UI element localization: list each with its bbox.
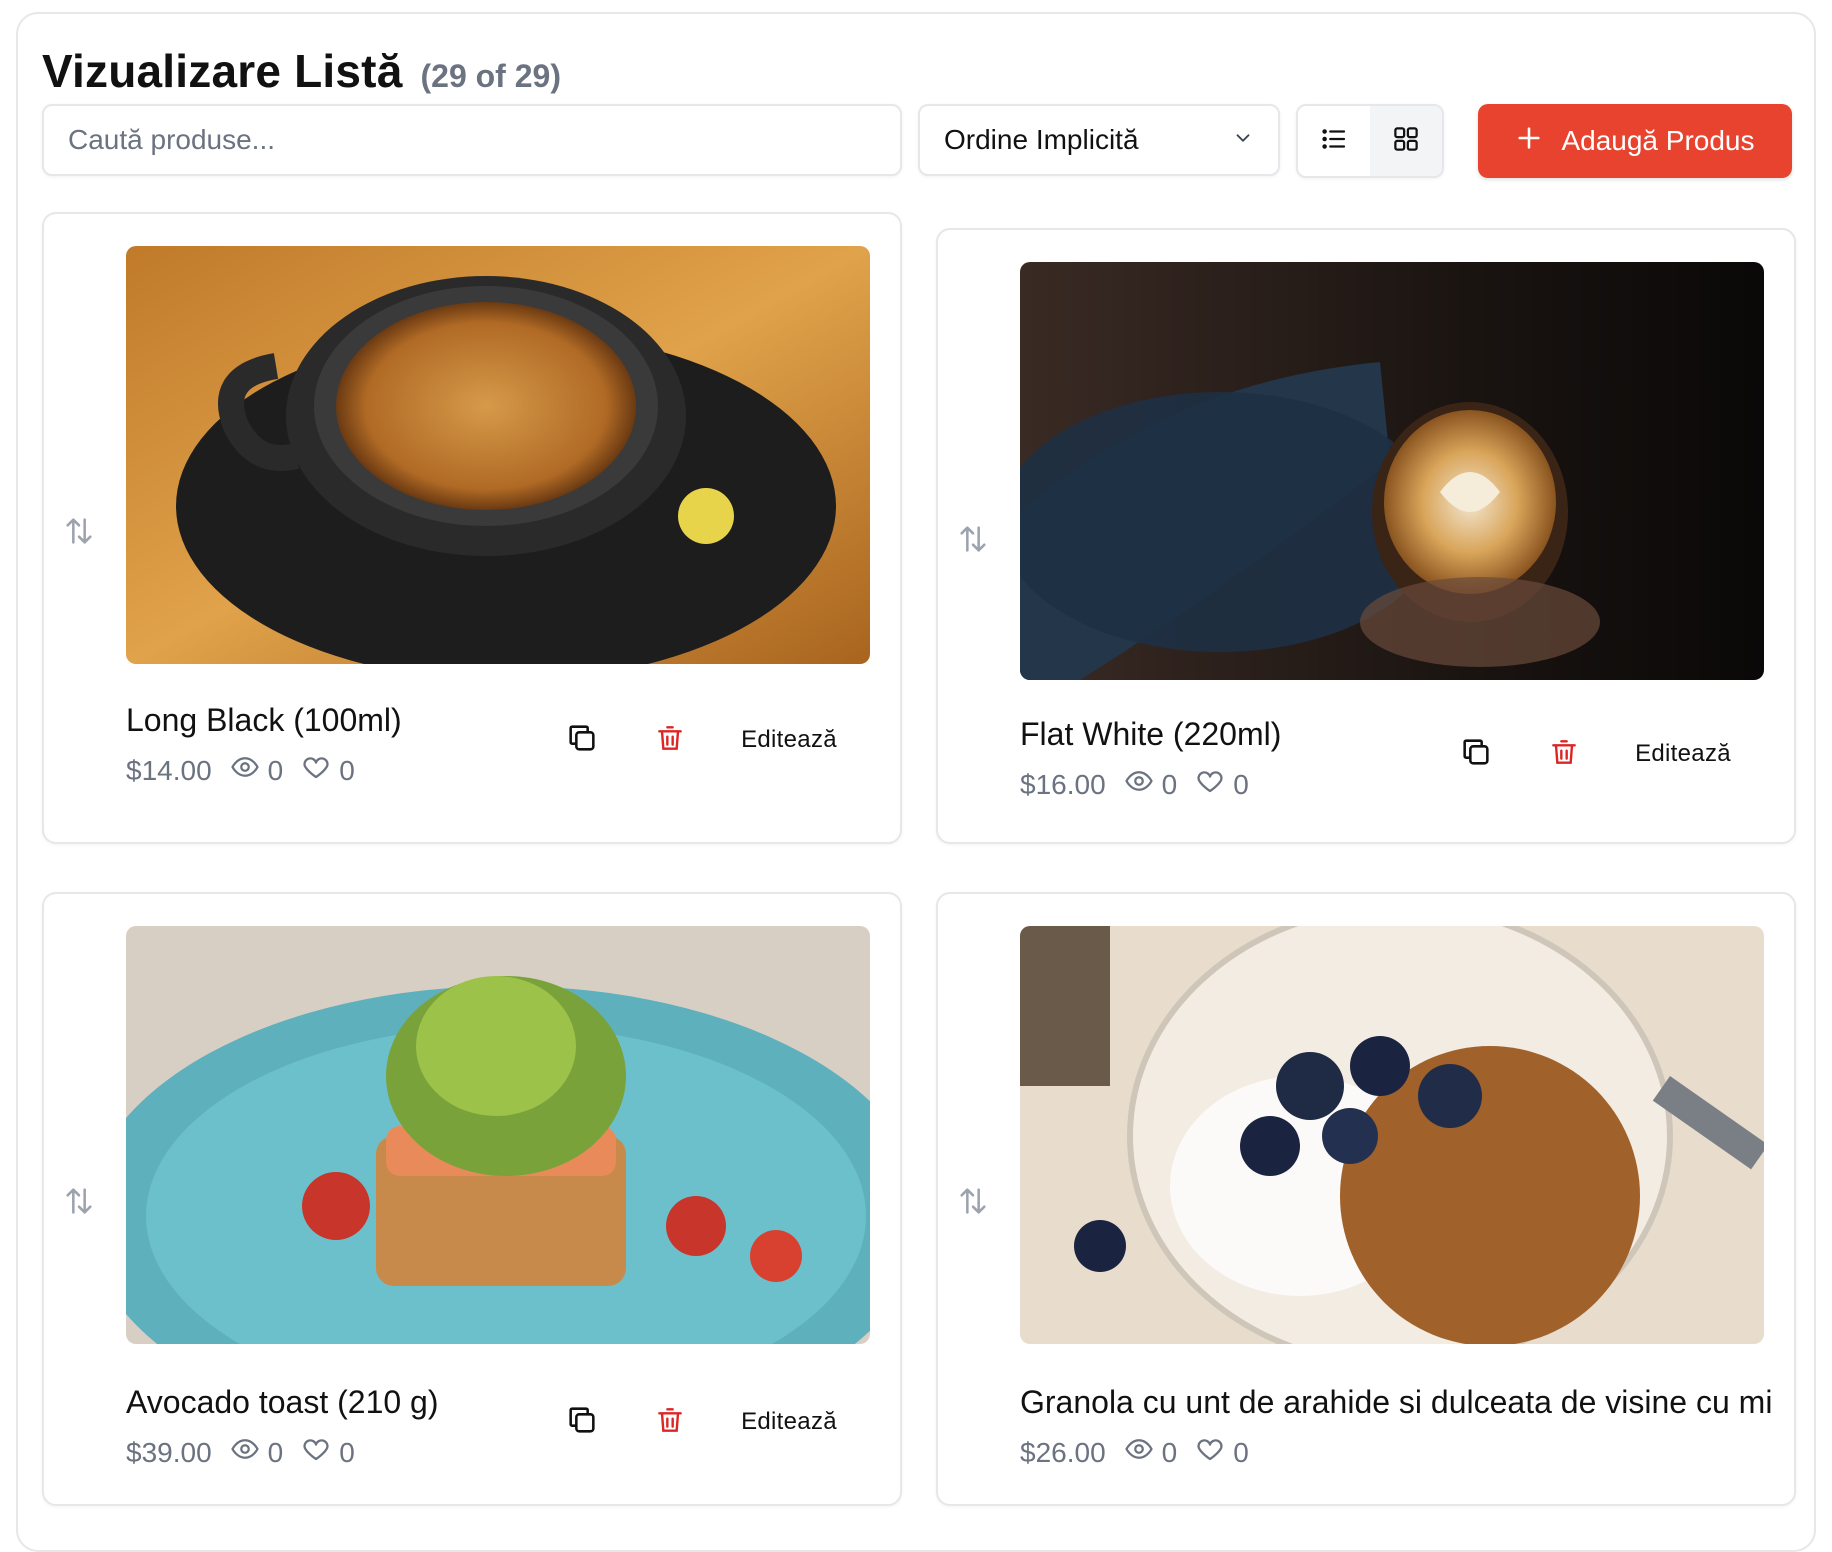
delete-button[interactable] xyxy=(644,714,696,766)
product-meta: $39.00 0 0 xyxy=(126,1434,355,1471)
sort-select-value: Ordine Implicită xyxy=(944,124,1139,155)
duplicate-button[interactable] xyxy=(556,714,608,766)
likes-stat: 0 xyxy=(1195,766,1249,803)
grid-icon xyxy=(1391,124,1421,159)
sort-select[interactable]: Ordine Implicită xyxy=(918,104,1280,176)
add-product-button[interactable]: Adaugă Produs xyxy=(1478,104,1792,178)
heart-icon xyxy=(1195,766,1225,803)
views-stat: 0 xyxy=(1124,1434,1178,1471)
edit-button[interactable]: Editează xyxy=(724,1396,854,1448)
drag-handle-icon[interactable] xyxy=(62,514,96,553)
trash-icon xyxy=(654,722,686,759)
views-stat: 0 xyxy=(230,1434,284,1471)
grid-view-button[interactable] xyxy=(1370,106,1442,176)
likes-count: 0 xyxy=(339,1436,355,1468)
drag-handle-icon[interactable] xyxy=(956,522,990,561)
likes-count: 0 xyxy=(339,754,355,786)
product-price: $26.00 xyxy=(1020,1436,1106,1468)
product-name: Flat White (220ml) xyxy=(1020,716,1282,752)
views-count: 0 xyxy=(1161,1436,1178,1468)
product-card: Long Black (100ml) $14.00 0 0 Editează xyxy=(42,212,902,844)
avocado-toast-photo xyxy=(126,926,870,1344)
product-name: Granola cu unt de arahide si dulceata de… xyxy=(1020,1384,1773,1420)
edit-button[interactable]: Editează xyxy=(1618,728,1748,780)
views-count: 0 xyxy=(267,754,284,786)
views-count: 0 xyxy=(1161,768,1178,800)
list-icon xyxy=(1319,124,1349,159)
likes-stat: 0 xyxy=(301,752,355,789)
trash-icon xyxy=(1548,736,1580,773)
likes-count: 0 xyxy=(1233,768,1249,800)
product-card: Flat White (220ml) $16.00 0 0 Editează xyxy=(936,228,1796,844)
list-view-button[interactable] xyxy=(1298,106,1370,176)
views-count: 0 xyxy=(267,1436,284,1468)
drag-handle-icon[interactable] xyxy=(956,1184,990,1223)
eye-icon xyxy=(1124,1434,1154,1471)
latte-art-photo xyxy=(1020,262,1764,680)
product-price: $16.00 xyxy=(1020,768,1106,800)
likes-count: 0 xyxy=(1233,1436,1249,1468)
views-stat: 0 xyxy=(230,752,284,789)
plus-icon xyxy=(1515,124,1543,159)
product-price: $39.00 xyxy=(126,1436,212,1468)
product-card: Granola cu unt de arahide si dulceata de… xyxy=(936,892,1796,1506)
eye-icon xyxy=(230,1434,260,1471)
eye-icon xyxy=(230,752,260,789)
product-meta: $14.00 0 0 xyxy=(126,752,355,789)
edit-button[interactable]: Editează xyxy=(724,714,854,766)
duplicate-button[interactable] xyxy=(556,1396,608,1448)
product-card: Avocado toast (210 g) $39.00 0 0 Editeaz… xyxy=(42,892,902,1506)
product-name: Long Black (100ml) xyxy=(126,702,402,738)
duplicate-button[interactable] xyxy=(1450,728,1502,780)
heart-icon xyxy=(301,752,331,789)
granola-bowl-photo xyxy=(1020,926,1764,1344)
heart-icon xyxy=(301,1434,331,1471)
chevron-down-icon xyxy=(1232,127,1254,154)
view-toggle xyxy=(1296,104,1444,178)
delete-button[interactable] xyxy=(644,1396,696,1448)
copy-icon xyxy=(565,721,599,760)
product-price: $14.00 xyxy=(126,754,212,786)
page-title: Vizualizare Listă xyxy=(42,45,403,97)
likes-stat: 0 xyxy=(301,1434,355,1471)
page-header: Vizualizare Listă (29 of 29) xyxy=(42,44,561,98)
heart-icon xyxy=(1195,1434,1225,1471)
product-meta: $16.00 0 0 xyxy=(1020,766,1249,803)
drag-handle-icon[interactable] xyxy=(62,1184,96,1223)
search-input[interactable] xyxy=(42,104,902,176)
copy-icon xyxy=(565,1403,599,1442)
add-product-label: Adaugă Produs xyxy=(1561,125,1755,156)
delete-button[interactable] xyxy=(1538,728,1590,780)
product-count: (29 of 29) xyxy=(420,58,561,94)
trash-icon xyxy=(654,1404,686,1441)
eye-icon xyxy=(1124,766,1154,803)
product-name: Avocado toast (210 g) xyxy=(126,1384,439,1420)
copy-icon xyxy=(1459,735,1493,774)
product-meta: $26.00 0 0 xyxy=(1020,1434,1249,1471)
views-stat: 0 xyxy=(1124,766,1178,803)
likes-stat: 0 xyxy=(1195,1434,1249,1471)
coffee-cup-photo xyxy=(126,246,870,664)
